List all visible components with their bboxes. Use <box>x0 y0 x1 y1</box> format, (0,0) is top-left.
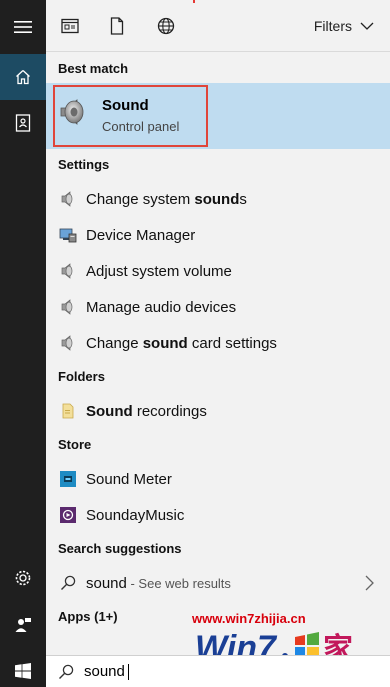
settings-button[interactable] <box>0 555 46 601</box>
apps-window-icon <box>61 18 79 34</box>
red-marker <box>193 0 195 3</box>
start-button[interactable] <box>0 655 46 687</box>
filters-label: Filters <box>313 18 352 34</box>
best-match-title: Sound <box>102 97 149 114</box>
best-match-subtitle: Control panel <box>102 119 180 134</box>
sound-meter-app-icon <box>58 469 78 489</box>
hamburger-icon <box>14 21 32 33</box>
store-item-label: Sound Meter <box>86 470 172 488</box>
speaker-icon <box>58 333 78 353</box>
suggestion-label: sound - See web results <box>86 574 231 592</box>
settings-item-label: Manage audio devices <box>86 298 237 316</box>
documents-filter-button[interactable] <box>107 16 127 36</box>
top-bar: Filters <box>46 0 390 52</box>
search-input[interactable]: sound <box>84 663 125 680</box>
speaker-icon <box>60 99 84 125</box>
settings-item[interactable]: Manage audio devices <box>46 289 390 325</box>
section-settings: Settings <box>58 157 110 172</box>
gear-icon <box>15 570 31 586</box>
section-apps: Apps (1+) <box>58 609 118 624</box>
settings-item[interactable]: Change system sounds <box>46 181 390 217</box>
store-item-label: SoundayMusic <box>86 506 185 524</box>
chevron-down-icon <box>360 22 374 30</box>
settings-item-label: Change sound card settings <box>86 334 277 352</box>
settings-item-label: Device Manager <box>86 226 196 244</box>
web-filter-button[interactable] <box>156 16 176 36</box>
store-item[interactable]: SoundayMusic <box>46 497 390 533</box>
sounday-music-app-icon <box>58 505 78 525</box>
chevron-right-icon <box>365 575 374 591</box>
section-best-match: Best match <box>58 61 129 76</box>
device-manager-icon <box>58 225 78 245</box>
home-icon <box>16 70 30 85</box>
search-icon <box>58 573 78 593</box>
left-rail <box>0 0 46 687</box>
settings-item-label: Adjust system volume <box>86 262 232 280</box>
text-caret <box>127 663 129 680</box>
search-box[interactable]: sound <box>46 655 390 687</box>
apps-filter-button[interactable] <box>60 16 80 36</box>
folder-icon <box>58 401 78 421</box>
speaker-icon <box>58 297 78 317</box>
watermark-url: www.win7zhijia.cn <box>192 611 306 626</box>
store-item[interactable]: Sound Meter <box>46 461 390 497</box>
notebook-icon <box>15 114 31 132</box>
notebook-button[interactable] <box>0 100 46 146</box>
document-icon <box>110 17 124 35</box>
best-match-item[interactable]: Sound Control panel <box>46 83 390 149</box>
feedback-icon <box>15 618 31 632</box>
settings-item[interactable]: Device Manager <box>46 217 390 253</box>
search-results-panel: Filters Best match Sound Control panel S… <box>46 0 390 655</box>
windows-logo-icon <box>15 663 31 679</box>
settings-item[interactable]: Change sound card settings <box>46 325 390 361</box>
folder-item-label: Sound recordings <box>86 402 207 420</box>
filters-dropdown[interactable]: Filters <box>314 18 374 34</box>
settings-item-label: Change system sounds <box>86 190 247 208</box>
speaker-icon <box>58 189 78 209</box>
folder-item[interactable]: Sound recordings <box>46 393 390 429</box>
section-search-suggestions: Search suggestions <box>58 541 182 556</box>
home-button[interactable] <box>0 54 46 100</box>
web-suggestion-item[interactable]: sound - See web results <box>46 565 390 601</box>
section-folders: Folders <box>58 369 105 384</box>
settings-item[interactable]: Adjust system volume <box>46 253 390 289</box>
speaker-icon <box>58 261 78 281</box>
menu-button[interactable] <box>0 4 46 50</box>
feedback-button[interactable] <box>0 602 46 648</box>
search-icon <box>58 664 74 680</box>
globe-icon <box>157 17 175 35</box>
section-store: Store <box>58 437 92 452</box>
